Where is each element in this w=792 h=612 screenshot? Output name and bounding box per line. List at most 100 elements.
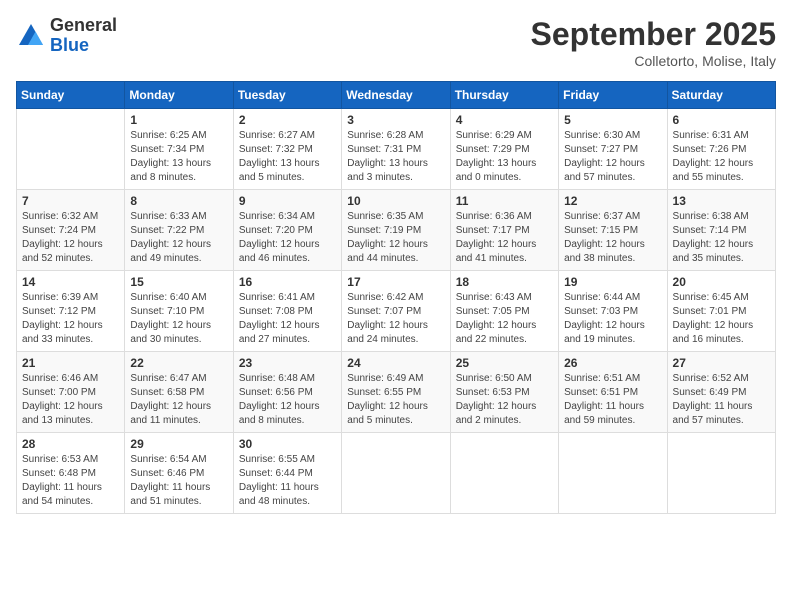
day-info: Sunrise: 6:33 AMSunset: 7:22 PMDaylight:… — [130, 210, 227, 266]
logo-blue: Blue — [50, 36, 117, 56]
calendar-cell: 19 Sunrise: 6:44 AMSunset: 7:03 PMDayligh… — [559, 271, 667, 352]
day-info: Sunrise: 6:29 AMSunset: 7:29 PMDaylight:… — [456, 129, 553, 185]
calendar-cell: 30Sunrise: 6:55 AMSunset: 6:44 PMDayligh… — [233, 433, 341, 514]
calendar-cell: 12 Sunrise: 6:37 AMSunset: 7:15 PMDayligh… — [559, 190, 667, 271]
calendar-cell — [559, 433, 667, 514]
day-number: 6 — [673, 113, 770, 127]
day-number: 10 — [347, 194, 444, 208]
day-number: 3 — [347, 113, 444, 127]
calendar-week-row: 21 Sunrise: 6:46 AMSunset: 7:00 PMDayligh… — [17, 352, 776, 433]
calendar-cell: 20 Sunrise: 6:45 AMSunset: 7:01 PMDayligh… — [667, 271, 775, 352]
day-number: 20 — [673, 275, 770, 289]
calendar-cell: 9 Sunrise: 6:34 AMSunset: 7:20 PMDaylight… — [233, 190, 341, 271]
day-number: 29 — [130, 437, 227, 451]
day-info: Sunrise: 6:27 AMSunset: 7:32 PMDaylight:… — [239, 129, 336, 185]
day-of-week-header: Sunday — [17, 82, 125, 109]
calendar-cell: 10 Sunrise: 6:35 AMSunset: 7:19 PMDayligh… — [342, 190, 450, 271]
calendar-cell: 29 Sunrise: 6:54 AMSunset: 6:46 PMDayligh… — [125, 433, 233, 514]
day-info: Sunrise: 6:37 AMSunset: 7:15 PMDaylight:… — [564, 210, 661, 266]
day-number: 14 — [22, 275, 119, 289]
logo-general: General — [50, 16, 117, 36]
day-number: 7 — [22, 194, 119, 208]
location: Colletorto, Molise, Italy — [531, 53, 776, 69]
calendar-cell: 5Sunrise: 6:30 AMSunset: 7:27 PMDaylight… — [559, 109, 667, 190]
calendar-cell — [667, 433, 775, 514]
day-info: Sunrise: 6:55 AMSunset: 6:44 PMDaylight:… — [239, 453, 336, 509]
calendar-cell: 3 Sunrise: 6:28 AMSunset: 7:31 PMDaylight… — [342, 109, 450, 190]
calendar-cell: 14 Sunrise: 6:39 AMSunset: 7:12 PMDayligh… — [17, 271, 125, 352]
day-number: 27 — [673, 356, 770, 370]
logo-icon — [16, 21, 46, 51]
day-number: 12 — [564, 194, 661, 208]
day-number: 21 — [22, 356, 119, 370]
calendar-cell — [450, 433, 558, 514]
day-info: Sunrise: 6:45 AMSunset: 7:01 PMDaylight:… — [673, 291, 770, 347]
day-info: Sunrise: 6:42 AMSunset: 7:07 PMDaylight:… — [347, 291, 444, 347]
day-of-week-header: Wednesday — [342, 82, 450, 109]
calendar-cell: 1Sunrise: 6:25 AMSunset: 7:34 PMDaylight… — [125, 109, 233, 190]
day-info: Sunrise: 6:25 AMSunset: 7:34 PMDaylight:… — [130, 129, 227, 185]
calendar-cell: 27 Sunrise: 6:52 AMSunset: 6:49 PMDayligh… — [667, 352, 775, 433]
day-number: 24 — [347, 356, 444, 370]
day-of-week-header: Monday — [125, 82, 233, 109]
day-info: Sunrise: 6:48 AMSunset: 6:56 PMDaylight:… — [239, 372, 336, 428]
day-number: 5 — [564, 113, 661, 127]
day-info: Sunrise: 6:46 AMSunset: 7:00 PMDaylight:… — [22, 372, 119, 428]
calendar-body: 1Sunrise: 6:25 AMSunset: 7:34 PMDaylight… — [17, 109, 776, 514]
day-number: 17 — [347, 275, 444, 289]
calendar-cell: 25 Sunrise: 6:50 AMSunset: 6:53 PMDayligh… — [450, 352, 558, 433]
day-number: 11 — [456, 194, 553, 208]
day-number: 19 — [564, 275, 661, 289]
day-info: Sunrise: 6:43 AMSunset: 7:05 PMDaylight:… — [456, 291, 553, 347]
day-number: 16 — [239, 275, 336, 289]
day-number: 26 — [564, 356, 661, 370]
calendar-cell: 8Sunrise: 6:33 AMSunset: 7:22 PMDaylight… — [125, 190, 233, 271]
calendar-cell: 13Sunrise: 6:38 AMSunset: 7:14 PMDayligh… — [667, 190, 775, 271]
calendar-cell: 26 Sunrise: 6:51 AMSunset: 6:51 PMDayligh… — [559, 352, 667, 433]
day-info: Sunrise: 6:54 AMSunset: 6:46 PMDaylight:… — [130, 453, 227, 509]
day-number: 22 — [130, 356, 227, 370]
day-number: 2 — [239, 113, 336, 127]
day-info: Sunrise: 6:32 AMSunset: 7:24 PMDaylight:… — [22, 210, 119, 266]
calendar-cell: 22 Sunrise: 6:47 AMSunset: 6:58 PMDayligh… — [125, 352, 233, 433]
day-info: Sunrise: 6:52 AMSunset: 6:49 PMDaylight:… — [673, 372, 770, 428]
day-info: Sunrise: 6:51 AMSunset: 6:51 PMDaylight:… — [564, 372, 661, 428]
day-info: Sunrise: 6:47 AMSunset: 6:58 PMDaylight:… — [130, 372, 227, 428]
calendar-cell: 11 Sunrise: 6:36 AMSunset: 7:17 PMDayligh… — [450, 190, 558, 271]
calendar-cell: 2 Sunrise: 6:27 AMSunset: 7:32 PMDaylight… — [233, 109, 341, 190]
day-info: Sunrise: 6:34 AMSunset: 7:20 PMDaylight:… — [239, 210, 336, 266]
calendar-week-row: 28 Sunrise: 6:53 AMSunset: 6:48 PMDayligh… — [17, 433, 776, 514]
day-info: Sunrise: 6:35 AMSunset: 7:19 PMDaylight:… — [347, 210, 444, 266]
calendar-cell: 15Sunrise: 6:40 AMSunset: 7:10 PMDayligh… — [125, 271, 233, 352]
calendar-table: SundayMondayTuesdayWednesdayThursdayFrid… — [16, 81, 776, 514]
calendar-cell: 21 Sunrise: 6:46 AMSunset: 7:00 PMDayligh… — [17, 352, 125, 433]
month-year: September 2025 — [531, 16, 776, 53]
day-info: Sunrise: 6:31 AMSunset: 7:26 PMDaylight:… — [673, 129, 770, 185]
calendar-week-row: 1Sunrise: 6:25 AMSunset: 7:34 PMDaylight… — [17, 109, 776, 190]
calendar-cell: 18Sunrise: 6:43 AMSunset: 7:05 PMDayligh… — [450, 271, 558, 352]
calendar-week-row: 7 Sunrise: 6:32 AMSunset: 7:24 PMDaylight… — [17, 190, 776, 271]
day-number: 9 — [239, 194, 336, 208]
day-header-row: SundayMondayTuesdayWednesdayThursdayFrid… — [17, 82, 776, 109]
day-of-week-header: Tuesday — [233, 82, 341, 109]
calendar-cell: 4 Sunrise: 6:29 AMSunset: 7:29 PMDaylight… — [450, 109, 558, 190]
day-info: Sunrise: 6:38 AMSunset: 7:14 PMDaylight:… — [673, 210, 770, 266]
day-info: Sunrise: 6:53 AMSunset: 6:48 PMDaylight:… — [22, 453, 119, 509]
day-number: 25 — [456, 356, 553, 370]
calendar-week-row: 14 Sunrise: 6:39 AMSunset: 7:12 PMDayligh… — [17, 271, 776, 352]
day-info: Sunrise: 6:36 AMSunset: 7:17 PMDaylight:… — [456, 210, 553, 266]
day-info: Sunrise: 6:39 AMSunset: 7:12 PMDaylight:… — [22, 291, 119, 347]
day-info: Sunrise: 6:44 AMSunset: 7:03 PMDaylight:… — [564, 291, 661, 347]
calendar-header: SundayMondayTuesdayWednesdayThursdayFrid… — [17, 82, 776, 109]
calendar-cell — [342, 433, 450, 514]
page-header: General Blue September 2025 Colletorto, … — [16, 16, 776, 69]
day-of-week-header: Saturday — [667, 82, 775, 109]
day-info: Sunrise: 6:28 AMSunset: 7:31 PMDaylight:… — [347, 129, 444, 185]
day-number: 28 — [22, 437, 119, 451]
day-number: 23 — [239, 356, 336, 370]
day-info: Sunrise: 6:50 AMSunset: 6:53 PMDaylight:… — [456, 372, 553, 428]
day-info: Sunrise: 6:49 AMSunset: 6:55 PMDaylight:… — [347, 372, 444, 428]
calendar-cell: 7 Sunrise: 6:32 AMSunset: 7:24 PMDaylight… — [17, 190, 125, 271]
calendar-cell: 28 Sunrise: 6:53 AMSunset: 6:48 PMDayligh… — [17, 433, 125, 514]
day-number: 4 — [456, 113, 553, 127]
